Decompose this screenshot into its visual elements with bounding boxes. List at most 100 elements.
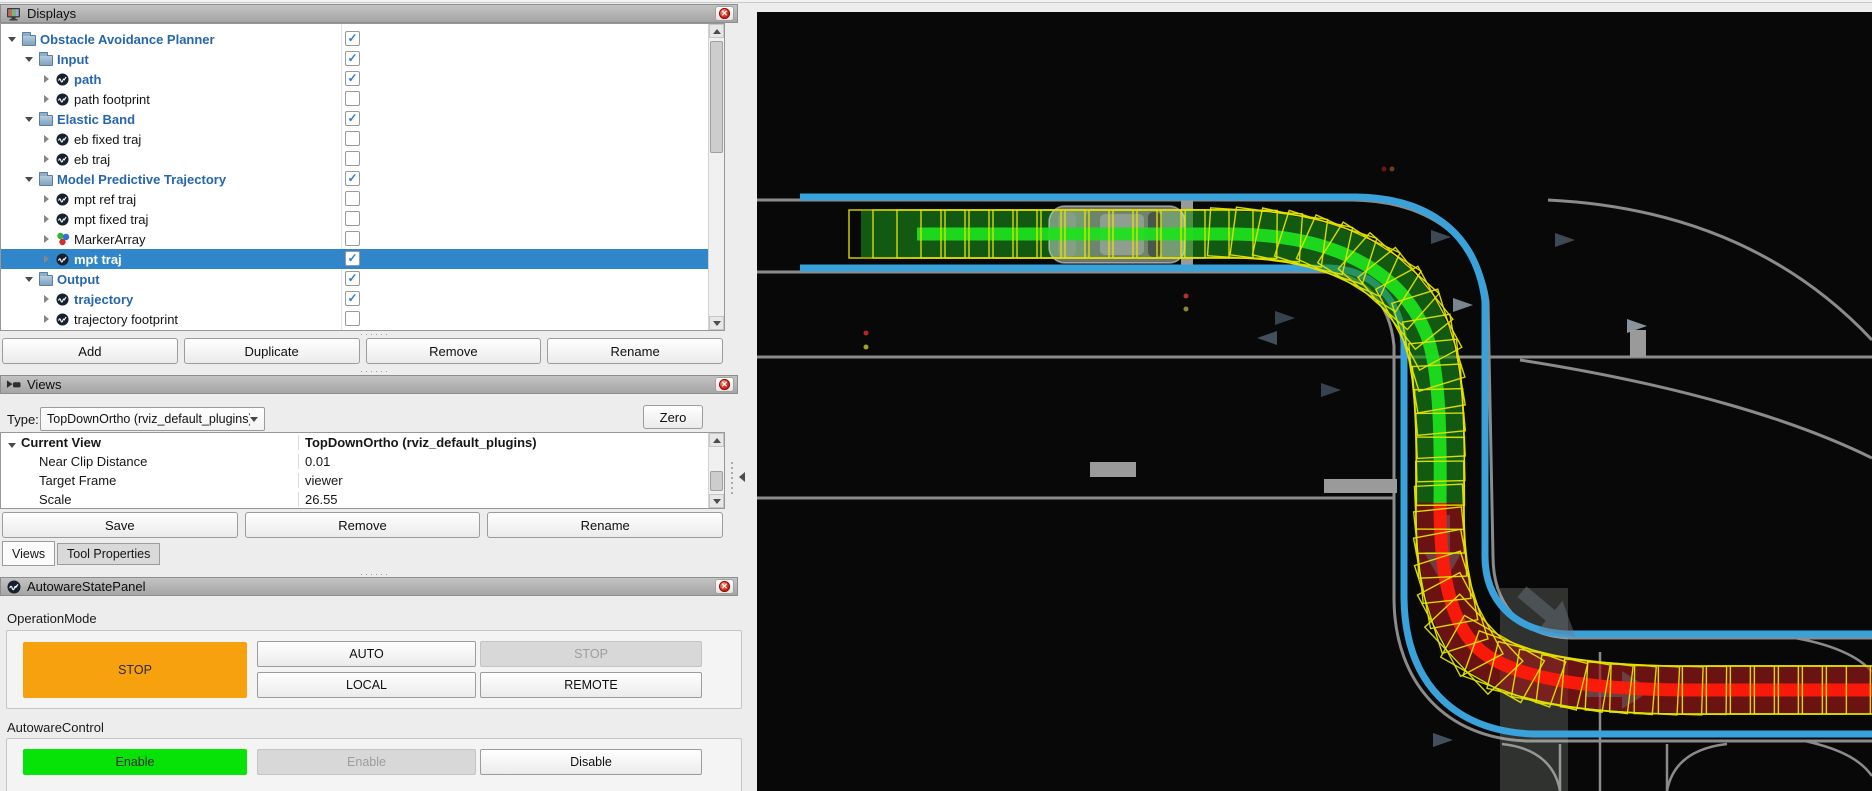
view-type-combobox[interactable]: TopDownOrtho (rviz_default_plugins): [40, 407, 265, 431]
display-checkbox[interactable]: [345, 311, 360, 326]
expanded-arrow-icon[interactable]: [24, 274, 36, 284]
scroll-down-icon[interactable]: [709, 316, 724, 330]
display-row-output[interactable]: Output✓: [1, 269, 708, 289]
property-row-scale[interactable]: Scale26.55: [1, 490, 724, 509]
property-row-near-clip-distance[interactable]: Near Clip Distance0.01: [1, 452, 724, 471]
chevron-down-icon: [250, 417, 258, 422]
views-panel-title: Views: [27, 377, 61, 392]
expanded-arrow-icon[interactable]: [7, 34, 19, 44]
display-checkbox[interactable]: ✓: [345, 291, 360, 306]
collapsed-arrow-icon[interactable]: [41, 234, 53, 244]
scrollbar-thumb[interactable]: [710, 41, 723, 153]
display-row-mpt-fixed-traj[interactable]: mpt fixed traj: [1, 209, 708, 229]
scroll-up-icon[interactable]: [709, 24, 724, 38]
autoware-panel-titlebar[interactable]: AutowareStatePanel: [0, 577, 738, 596]
scrollbar-thumb[interactable]: [710, 471, 723, 491]
scroll-down-icon[interactable]: [709, 494, 724, 508]
property-row-current-view[interactable]: Current ViewTopDownOrtho (rviz_default_p…: [1, 433, 724, 452]
panel-collapse-icon[interactable]: [739, 472, 745, 482]
render-viewport[interactable]: [757, 12, 1872, 791]
display-row-markerarray[interactable]: MarkerArray: [1, 229, 708, 249]
display-checkbox[interactable]: [345, 91, 360, 106]
collapsed-arrow-icon[interactable]: [41, 254, 53, 264]
views-close-button[interactable]: [715, 377, 734, 392]
duplicate-button[interactable]: Duplicate: [184, 338, 360, 364]
zero-button[interactable]: Zero: [643, 405, 703, 429]
autoware-control-state-button[interactable]: Enable: [23, 749, 247, 775]
display-label: trajectory: [74, 292, 133, 307]
display-row-path[interactable]: path✓: [1, 69, 708, 89]
display-row-model-predictive-trajectory[interactable]: Model Predictive Trajectory✓: [1, 169, 708, 189]
collapsed-arrow-icon[interactable]: [41, 94, 53, 104]
displays-close-button[interactable]: [715, 6, 734, 21]
display-checkbox[interactable]: [345, 191, 360, 206]
remove-button[interactable]: Remove: [366, 338, 542, 364]
autoware-icon: [55, 72, 70, 86]
operation-remote-button[interactable]: REMOTE: [480, 672, 702, 698]
panel-resize-handle[interactable]: [731, 462, 733, 496]
collapsed-arrow-icon[interactable]: [41, 194, 53, 204]
control-disable-button[interactable]: Disable: [480, 749, 702, 775]
display-checkbox[interactable]: ✓: [345, 251, 360, 266]
rename-button[interactable]: Rename: [547, 338, 723, 364]
collapsed-arrow-icon[interactable]: [41, 74, 53, 84]
operation-stop-button[interactable]: STOP: [480, 641, 702, 667]
display-row-input[interactable]: Input✓: [1, 49, 708, 69]
display-row-trajectory[interactable]: trajectory ✓: [1, 289, 708, 309]
display-checkbox[interactable]: ✓: [345, 271, 360, 286]
display-checkbox[interactable]: [345, 231, 360, 246]
display-checkbox[interactable]: ✓: [345, 71, 360, 86]
property-value[interactable]: 26.55: [298, 492, 724, 507]
expanded-arrow-icon[interactable]: [24, 54, 36, 64]
property-row-target-frame[interactable]: Target Frameviewer: [1, 471, 724, 490]
operation-auto-button[interactable]: AUTO: [257, 641, 476, 667]
rename-button[interactable]: Rename: [487, 512, 723, 538]
display-row-eb-traj[interactable]: eb traj: [1, 149, 708, 169]
add-button[interactable]: Add: [2, 338, 178, 364]
autoware-icon: [55, 312, 70, 326]
display-row-elastic-band[interactable]: Elastic Band✓: [1, 109, 708, 129]
remove-button[interactable]: Remove: [245, 512, 481, 538]
display-row-mpt-ref-traj[interactable]: mpt ref traj: [1, 189, 708, 209]
views-panel-titlebar[interactable]: Views: [0, 375, 738, 394]
display-row-eb-fixed-traj[interactable]: eb fixed traj: [1, 129, 708, 149]
display-row-obstacle-avoidance-planner[interactable]: Obstacle Avoidance Planner ✓: [1, 29, 708, 49]
displays-panel-titlebar[interactable]: Displays: [0, 4, 738, 23]
operation-mode-state-button[interactable]: STOP: [23, 642, 247, 698]
autoware-close-button[interactable]: [715, 579, 734, 594]
displays-tree[interactable]: Obstacle Avoidance Planner✓Input✓path✓pa…: [0, 23, 725, 331]
display-checkbox[interactable]: [345, 131, 360, 146]
collapsed-arrow-icon[interactable]: [41, 214, 53, 224]
display-checkbox[interactable]: ✓: [345, 111, 360, 126]
folder-icon: [38, 52, 53, 66]
display-row-path-footprint[interactable]: path footprint: [1, 89, 708, 109]
control-enable-button[interactable]: Enable: [257, 749, 476, 775]
display-checkbox[interactable]: ✓: [345, 171, 360, 186]
scroll-up-icon[interactable]: [709, 433, 724, 447]
display-checkbox[interactable]: ✓: [345, 51, 360, 66]
tab-tool-properties[interactable]: Tool Properties: [57, 543, 160, 565]
expanded-arrow-icon[interactable]: [24, 174, 36, 184]
property-value[interactable]: TopDownOrtho (rviz_default_plugins): [298, 435, 724, 450]
property-value[interactable]: 0.01: [298, 454, 724, 469]
save-button[interactable]: Save: [2, 512, 238, 538]
expanded-arrow-icon[interactable]: [24, 114, 36, 124]
expanded-arrow-icon[interactable]: [7, 440, 19, 450]
display-label: MarkerArray: [74, 232, 146, 247]
display-label: Obstacle Avoidance Planner: [40, 32, 215, 47]
operation-local-button[interactable]: LOCAL: [257, 672, 476, 698]
views-scrollbar[interactable]: [708, 433, 724, 508]
collapsed-arrow-icon[interactable]: [41, 314, 53, 324]
collapsed-arrow-icon[interactable]: [41, 294, 53, 304]
display-row-mpt-traj[interactable]: mpt traj✓: [1, 249, 708, 269]
property-value[interactable]: viewer: [298, 473, 724, 488]
collapsed-arrow-icon[interactable]: [41, 154, 53, 164]
displays-scrollbar[interactable]: [708, 24, 724, 330]
display-checkbox[interactable]: ✓: [345, 31, 360, 46]
current-view-properties[interactable]: Current ViewTopDownOrtho (rviz_default_p…: [0, 432, 725, 509]
display-row-trajectory-footprint[interactable]: trajectory footprint: [1, 309, 708, 329]
display-checkbox[interactable]: [345, 151, 360, 166]
display-checkbox[interactable]: [345, 211, 360, 226]
tab-views[interactable]: Views: [2, 541, 55, 566]
collapsed-arrow-icon[interactable]: [41, 134, 53, 144]
